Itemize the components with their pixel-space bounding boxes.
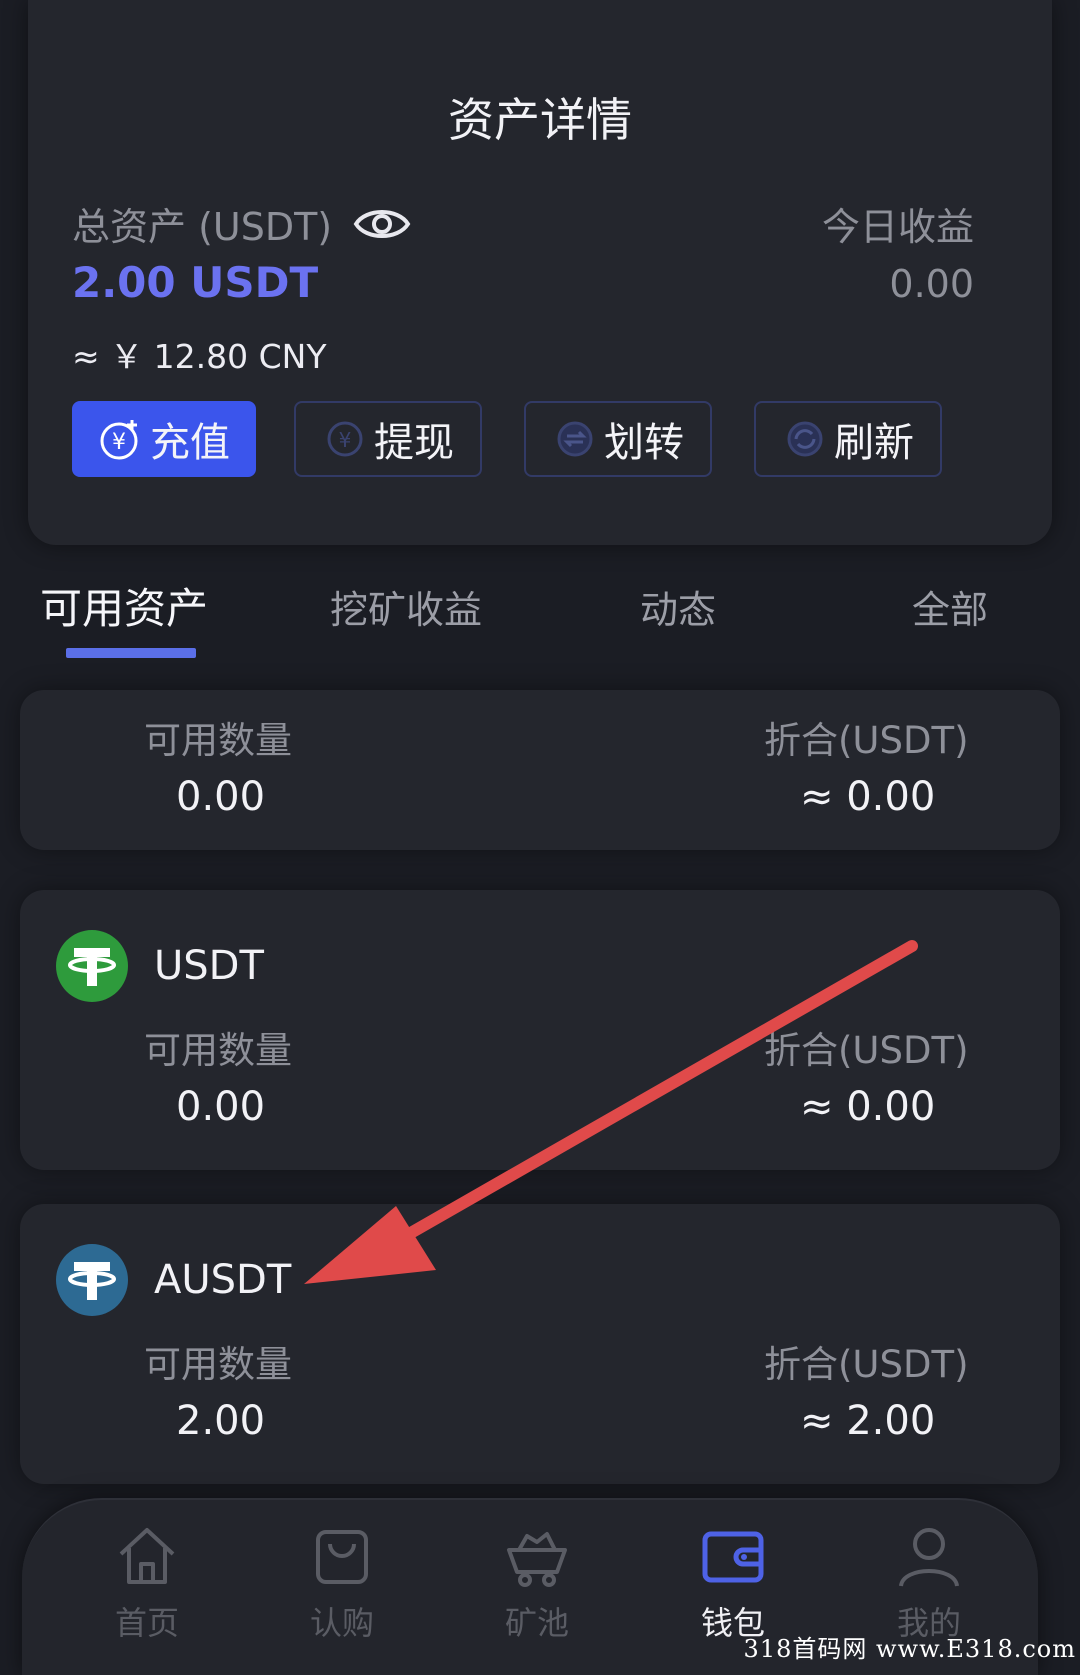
nav-item-profile[interactable]: 我的	[864, 1520, 994, 1644]
shopping-bag-icon	[316, 1530, 368, 1584]
home-icon	[119, 1528, 175, 1584]
nav-label: 认购	[309, 1604, 374, 1642]
nav-item-mining-pool[interactable]: 矿池	[472, 1520, 602, 1644]
mine-cart-icon	[507, 1532, 567, 1587]
nav-item-subscribe[interactable]: 认购	[277, 1520, 407, 1644]
wallet-icon	[702, 1531, 764, 1583]
watermark: 318首码网 www.E318.com	[743, 1635, 1076, 1663]
user-icon	[899, 1528, 959, 1587]
nav-label: 首页	[114, 1604, 179, 1642]
nav-label: 矿池	[504, 1604, 569, 1642]
annotation-arrow	[304, 940, 918, 1284]
nav-item-home[interactable]: 首页	[82, 1520, 212, 1644]
nav-item-wallet[interactable]: 钱包	[668, 1520, 798, 1644]
